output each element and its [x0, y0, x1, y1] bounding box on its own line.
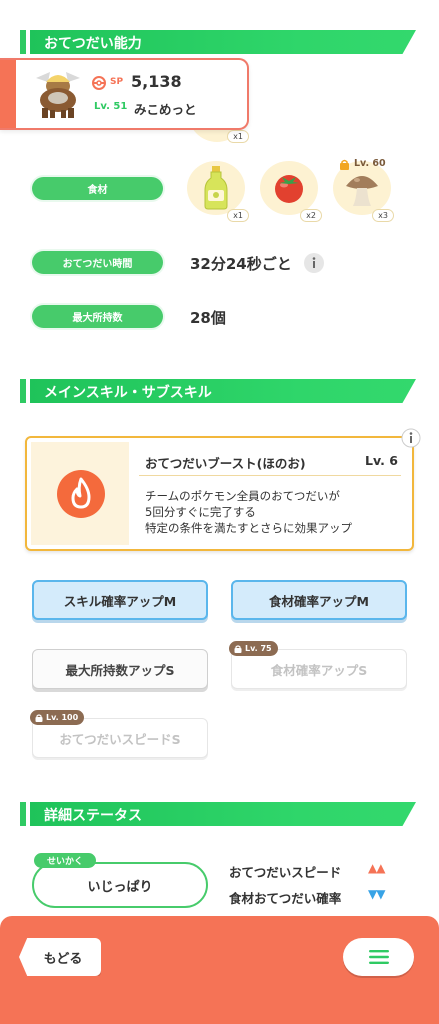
- ingredient-bubble-1[interactable]: [187, 161, 245, 215]
- nature-effect-down-label: 食材おてつだい確率: [229, 891, 342, 906]
- pokemon-card[interactable]: SP 5,138 Lv. 51 みこめっと: [0, 58, 249, 130]
- sub-skill-button[interactable]: スキル確率アップM: [32, 580, 208, 620]
- max-carry-value: 28個: [190, 309, 226, 327]
- lock-level: Lv. 75: [245, 644, 272, 653]
- ingredient-qty: x1: [227, 130, 249, 143]
- lock-icon: [234, 644, 242, 653]
- main-skill-desc: 5回分すぐに完了する: [145, 505, 256, 519]
- pokemon-level: Lv. 51: [94, 101, 128, 112]
- down-arrows-icon: ▼▼: [368, 887, 385, 901]
- ingredient-qty: x2: [300, 209, 322, 222]
- menu-icon: [368, 950, 389, 964]
- oil-bottle-icon: [204, 166, 228, 210]
- main-skill-name: おてつだいブースト(ほのお): [145, 456, 306, 471]
- pokemon-nickname: みこめっと: [134, 102, 197, 117]
- info-icon[interactable]: [401, 428, 421, 448]
- main-skill-desc: チームのポケモン全員のおてつだいが: [145, 489, 340, 503]
- help-time-label: おてつだい時間: [32, 251, 163, 274]
- section-header-details: 詳細ステータス: [20, 802, 416, 826]
- lock-icon: [340, 159, 349, 170]
- help-time-value: 32分24秒ごと: [190, 255, 292, 273]
- ingredients-label: 食材: [32, 177, 163, 200]
- mushroom-icon: [346, 176, 378, 206]
- ingredient-unlock-level: Lv. 60: [354, 158, 386, 169]
- sp-value: 5,138: [131, 72, 182, 91]
- sub-skill-button[interactable]: 食材確率アップM: [231, 580, 407, 620]
- nature-tag: せいかく: [34, 853, 96, 868]
- sp-pokeball-icon: [92, 76, 106, 90]
- section-title: おてつだい能力: [44, 36, 142, 52]
- fire-icon: [57, 470, 105, 518]
- lock-level: Lv. 100: [46, 713, 79, 722]
- lock-level-tag: Lv. 100: [30, 710, 85, 725]
- nature-effect-up-label: おてつだいスピード: [229, 865, 342, 880]
- back-button[interactable]: もどる: [19, 938, 101, 976]
- main-skill-card[interactable]: おてつだいブースト(ほのお) Lv. 6 チームのポケモン全員のおてつだいが 5…: [25, 436, 414, 551]
- section-title: メインスキル・サブスキル: [44, 385, 212, 401]
- tomato-icon: [275, 175, 303, 203]
- nature-box[interactable]: いじっぱり: [32, 862, 208, 908]
- section-header-skills: メインスキル・サブスキル: [20, 379, 416, 403]
- lock-icon: [35, 713, 43, 722]
- ingredient-qty: x3: [372, 209, 394, 222]
- sp-label: SP: [110, 77, 124, 87]
- section-title: 詳細ステータス: [44, 808, 142, 824]
- main-skill-desc: 特定の条件を満たすとさらに効果アップ: [145, 521, 352, 535]
- ingredient-qty: x1: [227, 209, 249, 222]
- section-header-help-ability: おてつだい能力: [20, 30, 416, 54]
- main-skill-level: Lv. 6: [365, 453, 398, 468]
- up-arrows-icon: ▲▲: [368, 861, 385, 875]
- ingredient-bubble-2[interactable]: [260, 161, 318, 215]
- sub-skill-button[interactable]: 最大所持数アップS: [32, 649, 208, 689]
- max-carry-label: 最大所持数: [32, 305, 163, 328]
- divider: [139, 475, 401, 476]
- lock-level-tag: Lv. 75: [229, 641, 278, 656]
- info-icon[interactable]: [303, 252, 325, 274]
- menu-button[interactable]: [343, 938, 414, 976]
- pokemon-sprite: [36, 72, 80, 118]
